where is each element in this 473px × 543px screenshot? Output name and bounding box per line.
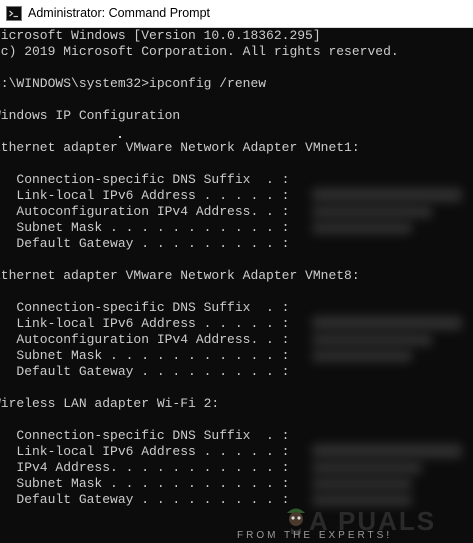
redacted-value: [312, 316, 462, 330]
console-line-ipv4: IPv4 Address. . . . . . . . . . . :: [0, 460, 290, 475]
stray-dot: [119, 136, 121, 138]
console-line-adapter-vmnet8: Ethernet adapter VMware Network Adapter …: [0, 268, 360, 283]
console-line-subnet: Subnet Mask . . . . . . . . . . . :: [0, 220, 290, 235]
console-line-gateway: Default Gateway . . . . . . . . . :: [0, 364, 290, 379]
console-output[interactable]: Microsoft Windows [Version 10.0.18362.29…: [0, 28, 473, 543]
redacted-value: [312, 478, 412, 490]
console-line-ip-config-header: Windows IP Configuration: [0, 108, 181, 123]
console-line-dns-suffix: Connection-specific DNS Suffix . :: [0, 300, 290, 315]
console-line-dns-suffix: Connection-specific DNS Suffix . :: [0, 428, 290, 443]
console-line-version: Microsoft Windows [Version 10.0.18362.29…: [0, 28, 321, 43]
console-line-adapter-vmnet1: Ethernet adapter VMware Network Adapter …: [0, 140, 360, 155]
console-line-ipv4: Autoconfiguration IPv4 Address. . :: [0, 332, 290, 347]
console-line-ipv4: Autoconfiguration IPv4 Address. . :: [0, 204, 290, 219]
console-line-ipv6: Link-local IPv6 Address . . . . . :: [0, 444, 290, 459]
console-line-gateway: Default Gateway . . . . . . . . . :: [0, 236, 290, 251]
redacted-value: [312, 462, 422, 474]
redacted-value: [312, 334, 432, 346]
window-title: Administrator: Command Prompt: [28, 6, 211, 20]
console-line-copyright: (c) 2019 Microsoft Corporation. All righ…: [0, 44, 399, 59]
console-line-gateway: Default Gateway . . . . . . . . . :: [0, 492, 290, 507]
console-line-ipv6: Link-local IPv6 Address . . . . . :: [0, 316, 290, 331]
console-line-adapter-wifi2: Wireless LAN adapter Wi-Fi 2:: [0, 396, 220, 411]
redacted-value: [312, 188, 462, 202]
watermark: A PUALS FROM THE EXPERTS!: [237, 504, 471, 543]
redacted-value: [312, 350, 412, 362]
watermark-tagline: FROM THE EXPERTS!: [237, 530, 393, 541]
console-line-command: C:\WINDOWS\system32>ipconfig /renew: [0, 76, 267, 91]
title-bar[interactable]: Administrator: Command Prompt: [0, 0, 473, 28]
console-line-dns-suffix: Connection-specific DNS Suffix . :: [0, 172, 290, 187]
console-line-ipv6: Link-local IPv6 Address . . . . . :: [0, 188, 290, 203]
redacted-value: [312, 444, 462, 458]
command-prompt-icon[interactable]: [6, 6, 22, 21]
console-line-subnet: Subnet Mask . . . . . . . . . . . :: [0, 348, 290, 363]
redacted-value: [312, 206, 432, 218]
console-line-subnet: Subnet Mask . . . . . . . . . . . :: [0, 476, 290, 491]
redacted-value: [312, 222, 412, 234]
